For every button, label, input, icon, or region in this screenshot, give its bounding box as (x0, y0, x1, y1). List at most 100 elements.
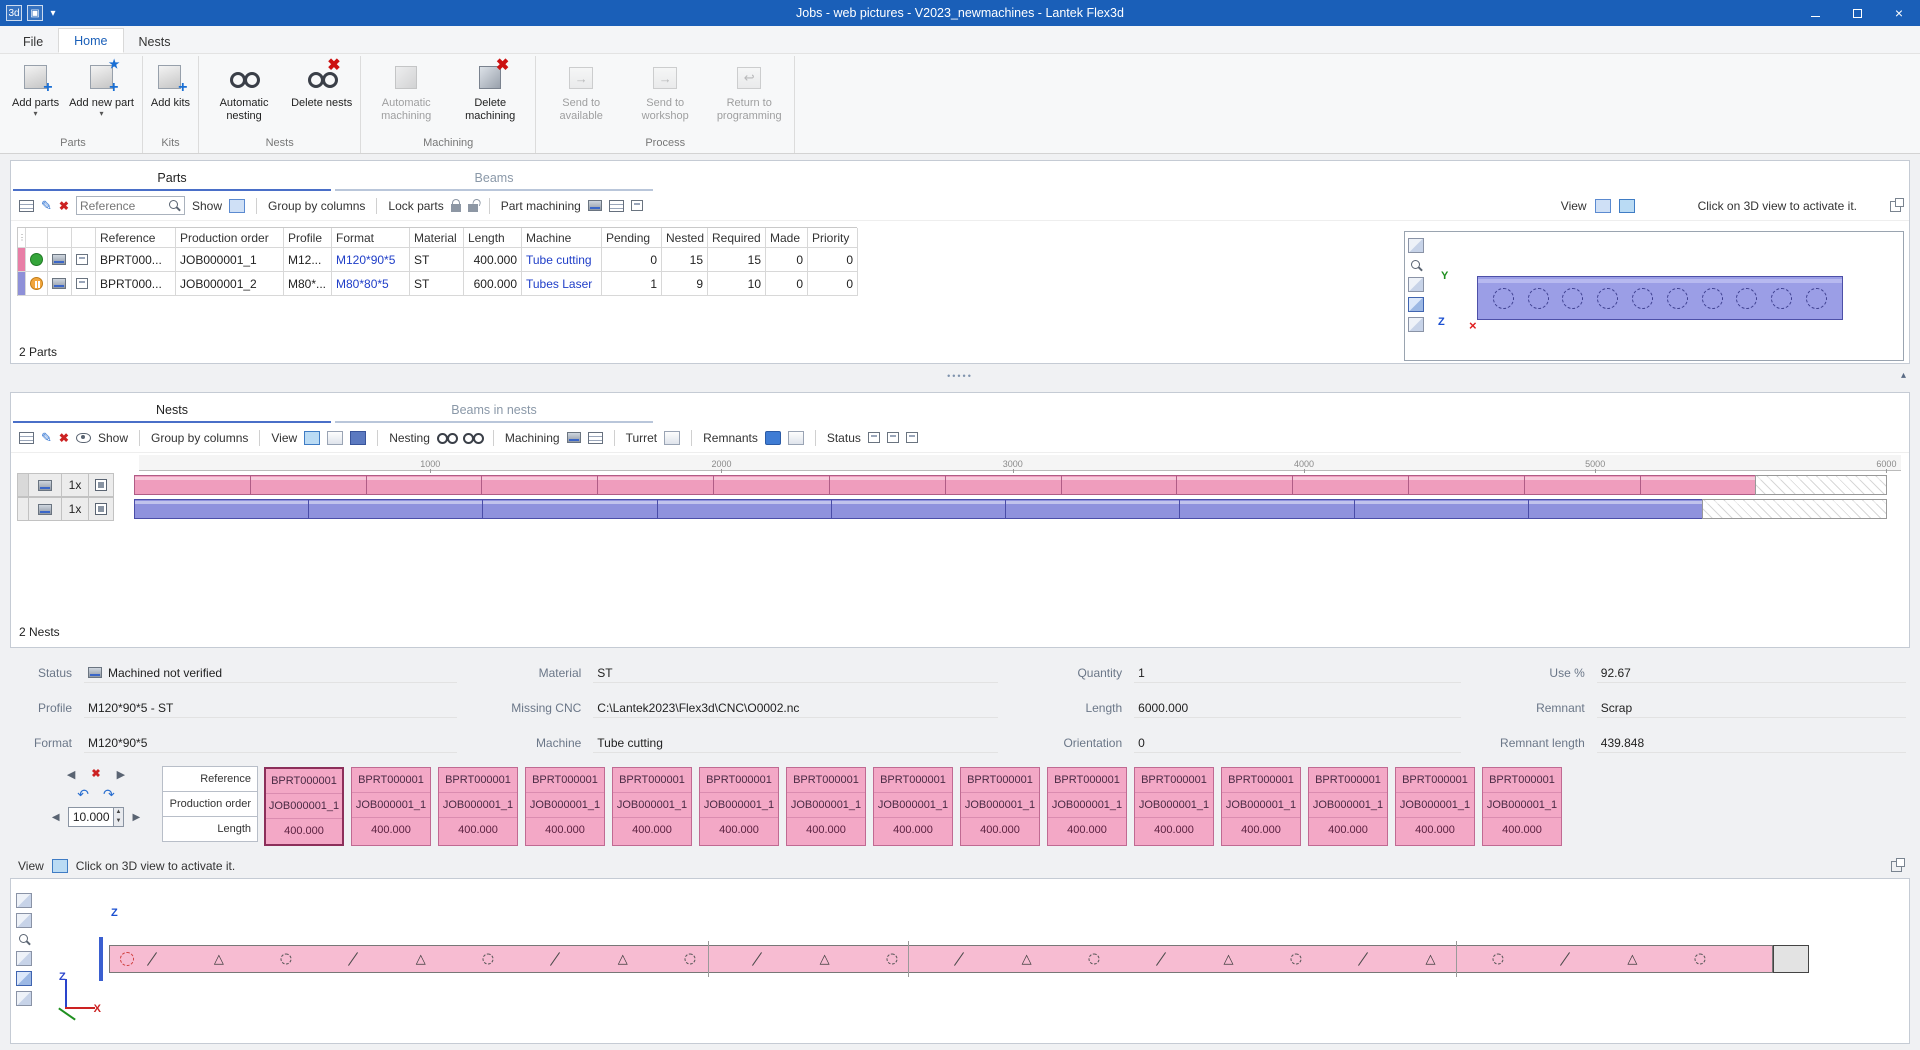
step-left-button[interactable]: ◀ (52, 812, 60, 823)
show-button[interactable]: Show (192, 199, 222, 213)
machining-tool-icon[interactable] (567, 432, 581, 443)
view-cube-icon[interactable] (16, 951, 32, 966)
col-nested[interactable]: Nested (662, 228, 708, 248)
nested-part-segment[interactable] (308, 499, 483, 519)
add-new-part-button[interactable]: ★+ Add new part ▾ (64, 56, 139, 117)
view-cube-icon[interactable] (1408, 238, 1424, 253)
nested-part-segment[interactable] (1061, 475, 1178, 495)
tab-beams-in-nests[interactable]: Beams in nests (335, 393, 653, 423)
spinner-up-icon[interactable]: ▲ (114, 808, 124, 817)
delete-machining-button[interactable]: ✖ Delete machining (448, 56, 532, 125)
view-cube-icon[interactable] (16, 893, 32, 908)
nest-preview-icon[interactable] (95, 479, 107, 491)
nested-part-segment[interactable] (1408, 475, 1525, 495)
edit-icon[interactable]: ✎ (41, 431, 52, 444)
part-machining-label[interactable]: Part machining (501, 199, 581, 213)
nested-part-segment[interactable] (829, 475, 946, 495)
col-format[interactable]: Format (332, 228, 410, 248)
edit-icon[interactable]: ✎ (41, 199, 52, 212)
view-3d-icon[interactable] (350, 431, 366, 445)
nested-part-segment[interactable] (1528, 499, 1703, 519)
format-link[interactable]: M120*90*5 (332, 248, 410, 272)
machining-tool-icon[interactable] (588, 200, 602, 211)
view-cube-icon[interactable] (16, 913, 32, 928)
remove-part-button[interactable]: ✖ (91, 769, 100, 780)
nest-3d-viewport[interactable]: Z △△△△△△△△ Z X (10, 878, 1910, 1044)
view-cube-icon[interactable] (1408, 317, 1424, 332)
tab-home[interactable]: Home (58, 28, 123, 53)
view-cube-icon[interactable] (16, 971, 32, 986)
redo-button[interactable]: ↷ (103, 787, 115, 801)
next-part-button[interactable]: ▶ (117, 768, 125, 781)
show-button[interactable]: Show (98, 431, 128, 445)
tab-beams[interactable]: Beams (335, 161, 653, 191)
spinner-down-icon[interactable]: ▼ (114, 817, 124, 826)
group-by-columns-button[interactable]: Group by columns (268, 199, 365, 213)
part-card[interactable]: BPRT000001 JOB000001_1 400.000 (960, 767, 1040, 846)
nested-part-segment[interactable] (482, 499, 657, 519)
remnant-bar-icon[interactable] (765, 431, 781, 445)
expand-view-icon[interactable] (1890, 201, 1901, 212)
col-made[interactable]: Made (766, 228, 808, 248)
tab-file[interactable]: File (8, 30, 58, 53)
nested-part-segment[interactable] (134, 499, 309, 519)
part-card[interactable]: BPRT000001 JOB000001_1 400.000 (612, 767, 692, 846)
nested-part-segment[interactable] (1176, 475, 1293, 495)
col-required[interactable]: Required (708, 228, 766, 248)
nested-part-segment[interactable] (366, 475, 483, 495)
part-card[interactable]: BPRT000001 JOB000001_1 400.000 (525, 767, 605, 846)
part-card[interactable]: BPRT000001 JOB000001_1 400.000 (699, 767, 779, 846)
lock-parts-label[interactable]: Lock parts (388, 199, 443, 213)
part-card[interactable]: BPRT000001 JOB000001_1 400.000 (1047, 767, 1127, 846)
close-button[interactable]: × (1878, 0, 1920, 26)
machining-doc-icon[interactable] (631, 200, 643, 211)
part-card[interactable]: BPRT000001 JOB000001_1 400.000 (786, 767, 866, 846)
col-priority[interactable]: Priority (808, 228, 858, 248)
zoom-icon[interactable] (1410, 259, 1423, 272)
maximize-button[interactable] (1836, 0, 1878, 26)
view-2d-icon[interactable] (1595, 199, 1611, 213)
columns-icon[interactable] (19, 432, 34, 444)
view-3d-icon[interactable] (1619, 199, 1635, 213)
parts-3d-preview[interactable]: Y Z × (1404, 231, 1904, 361)
collapse-chevron-icon[interactable]: ▴ (1901, 370, 1908, 381)
tab-nests[interactable]: Nests (124, 30, 186, 53)
panel-splitter[interactable]: ••••• ▴ (10, 370, 1910, 382)
nest-row[interactable]: 1x (17, 473, 1901, 497)
nesting-icon[interactable] (437, 433, 456, 443)
format-link[interactable]: M80*80*5 (332, 272, 410, 296)
unlock-icon[interactable] (468, 204, 478, 212)
app-icon[interactable]: 3d (6, 5, 22, 21)
machine-link[interactable]: Tubes Laser (522, 272, 602, 296)
part-card[interactable]: BPRT000001 JOB000001_1 400.000 (351, 767, 431, 846)
nested-part-segment[interactable] (1524, 475, 1641, 495)
expand-view-icon[interactable] (1891, 861, 1902, 872)
view-strip-icon[interactable] (304, 431, 320, 445)
delete-nests-button[interactable]: ✖ Delete nests (286, 56, 357, 112)
step-right-button[interactable]: ▶ (132, 812, 140, 823)
machining-table-icon[interactable] (609, 200, 624, 212)
visibility-icon[interactable] (76, 433, 91, 443)
add-kits-button[interactable]: + Add kits (146, 56, 195, 112)
search-icon[interactable] (168, 199, 181, 212)
view-cube-icon[interactable] (1408, 277, 1424, 292)
quick-access-caret-icon[interactable]: ▾ (48, 5, 58, 21)
status-doc3-icon[interactable] (906, 432, 918, 443)
nested-part-segment[interactable] (831, 499, 1006, 519)
nested-part-segment[interactable] (1354, 499, 1529, 519)
nested-part-segment[interactable] (1640, 475, 1757, 495)
automatic-nesting-button[interactable]: Automatic nesting (202, 56, 286, 125)
delete-icon[interactable]: ✖ (59, 432, 69, 444)
status-doc-icon[interactable] (868, 432, 880, 443)
col-reference[interactable]: Reference (96, 228, 176, 248)
nested-part-segment[interactable] (1179, 499, 1354, 519)
nesting-alt-icon[interactable] (463, 433, 482, 443)
view-cube-icon[interactable] (16, 991, 32, 1006)
part-card[interactable]: BPRT000001 JOB000001_1 400.000 (1134, 767, 1214, 846)
nested-part-segment[interactable] (1005, 499, 1180, 519)
part-card[interactable]: BPRT000001 JOB000001_1 400.000 (1308, 767, 1388, 846)
nest-strip[interactable] (134, 497, 1901, 521)
part-card[interactable]: BPRT000001 JOB000001_1 400.000 (264, 767, 344, 846)
part-card[interactable]: BPRT000001 JOB000001_1 400.000 (438, 767, 518, 846)
save-icon[interactable]: ▣ (27, 5, 43, 21)
